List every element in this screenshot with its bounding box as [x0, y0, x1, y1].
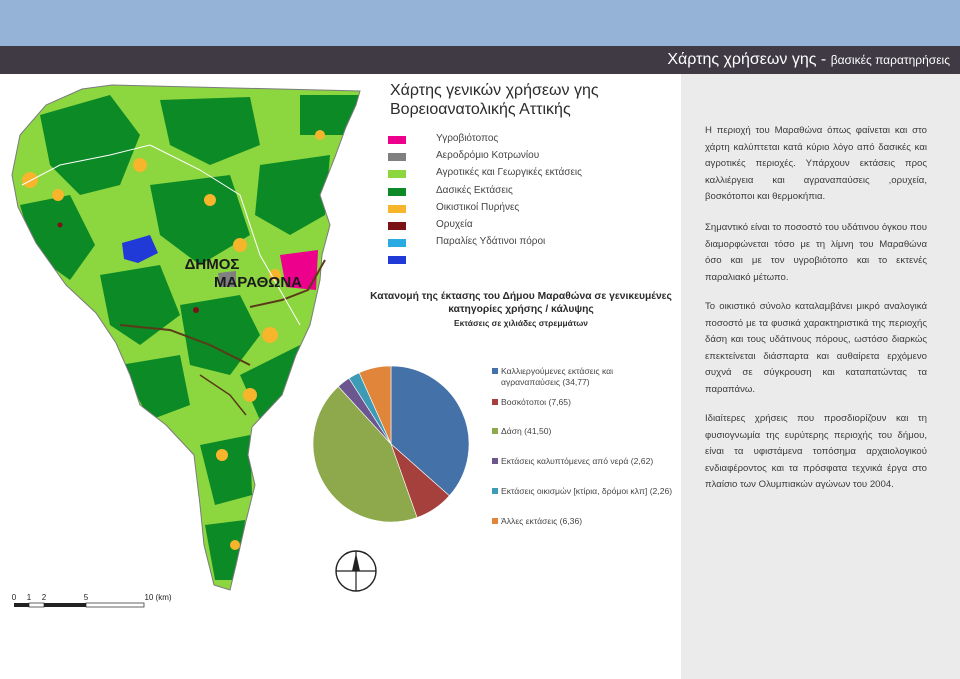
scale-tick-0: 0 [12, 593, 17, 602]
pie-legend-swatch [492, 518, 498, 524]
pie-legend-swatch [492, 488, 498, 494]
legend-swatch [388, 153, 406, 162]
top-banner [0, 0, 960, 47]
region-label-line2: ΜΑΡΑΘΩΝΑ [214, 274, 302, 291]
pie-legend-label: Καλλιεργούμενες εκτάσεις και αγραναπαύσε… [501, 366, 614, 387]
pie-legend-swatch [492, 428, 498, 434]
land-use-map: ΔΗΜΟΣ ΜΑΡΑΘΩΝΑ [11, 84, 361, 591]
scale-tick-5: 5 [84, 593, 89, 602]
paragraph-4: Ιδιαίτερες χρήσεις που προσδιορίζουν και… [705, 413, 927, 490]
pie-chart [312, 365, 470, 523]
pie-legend-swatch [492, 399, 498, 405]
scale-tick-2: 2 [42, 593, 47, 602]
pie-legend: Καλλιεργούμενες εκτάσεις και αγραναπαύσε… [492, 0, 682, 540]
pie-legend-label: Εκτάσεις καλυπτόμενες από νερά (2,62) [501, 456, 654, 466]
scale-tick-10: 10 (km) [144, 593, 171, 602]
legend-swatch [388, 221, 406, 230]
legend-swatch [388, 170, 406, 179]
region-label-line1: ΔΗΜΟΣ [185, 256, 240, 273]
paragraph-2: Σημαντικό είναι το ποσοστό του υδάτινου … [705, 222, 927, 283]
scale-bar: 0 1 2 5 10 (km) [12, 593, 172, 608]
compass-icon [335, 550, 377, 592]
pie-legend-label: Βοσκότοποι (7,65) [501, 397, 571, 407]
legend-swatch [388, 187, 406, 196]
title-bar: Χάρτης χρήσεων γης - βασικές παρατηρήσει… [0, 46, 960, 74]
legend-swatch [388, 239, 406, 248]
legend-swatch [388, 256, 406, 265]
scale-tick-1: 1 [27, 593, 32, 602]
pie-legend-label: Δάση (41,50) [501, 426, 552, 436]
legend-swatch [388, 204, 406, 213]
pie-legend-label: Άλλες εκτάσεις (6,36) [501, 516, 583, 526]
pie-legend-swatch [492, 368, 498, 374]
pie-legend-swatch [492, 458, 498, 464]
map-land-area [12, 85, 360, 590]
legend-swatch [388, 136, 406, 144]
paragraph-1: Η περιοχή του Μαραθώνα όπως φαίνεται και… [705, 125, 927, 202]
paragraph-3: Το οικιστικό σύνολο καταλαμβάνει μικρό α… [705, 301, 927, 395]
slide-title: Χάρτης χρήσεων γης - βασικές παρατηρήσει… [667, 51, 950, 68]
pie-legend-label: Εκτάσεις οικισμών [κτίρια, δρόμοι κλπ] (… [501, 486, 673, 496]
